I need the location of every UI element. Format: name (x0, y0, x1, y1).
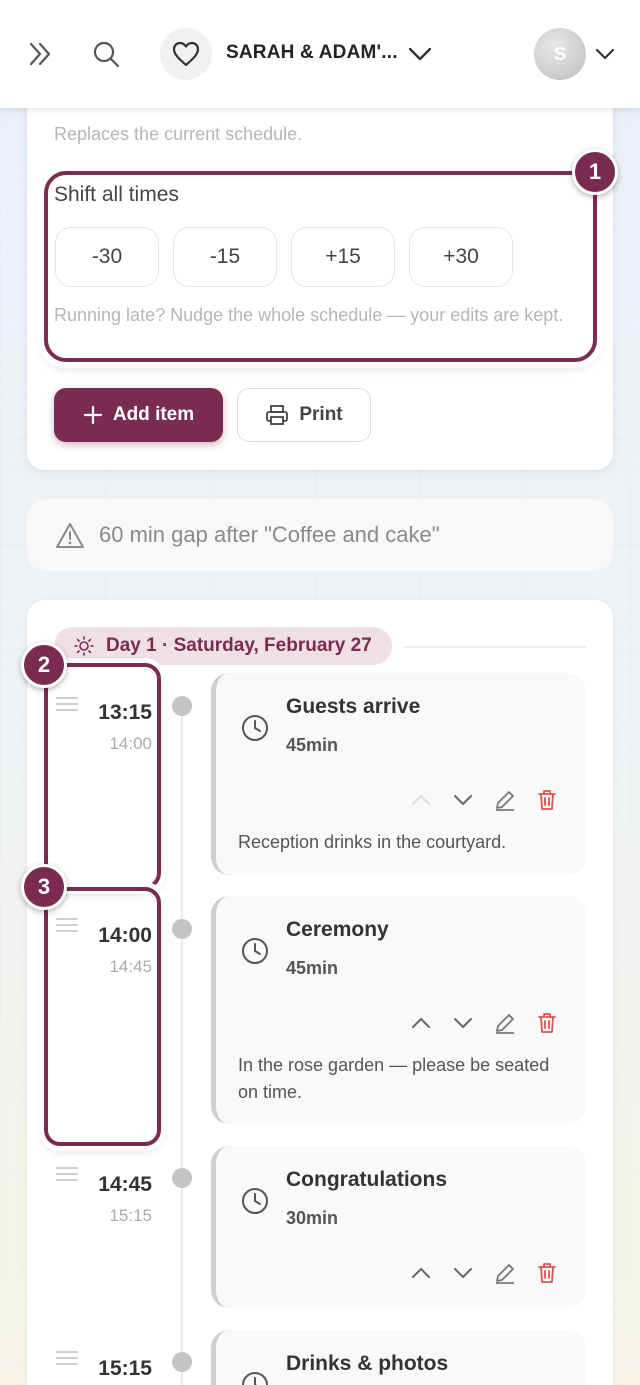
event-title: Congratulations (286, 1168, 447, 1191)
day-label: Day 1 · Saturday, February 27 (106, 635, 372, 656)
chevron-down-icon[interactable] (400, 34, 440, 74)
shift-plus-15-button[interactable]: +15 (291, 227, 395, 287)
expand-icon[interactable] (20, 34, 60, 74)
step-badge-1: 1 (572, 149, 618, 195)
event-card[interactable]: Guests arrive 45min Reception drinks in … (211, 673, 586, 875)
event-title: Drinks & photos (286, 1352, 449, 1375)
avatar[interactable]: S (534, 28, 586, 80)
shift-title: Shift all times (54, 183, 179, 206)
event-start-time[interactable]: 14:45 (62, 1173, 152, 1197)
print-label: Print (299, 404, 343, 425)
event-card[interactable]: Congratulations 30min (211, 1146, 586, 1308)
event-start-time[interactable]: 15:15 (62, 1357, 152, 1381)
event-description: In the rose garden — please be seated on… (238, 1055, 550, 1102)
add-item-label: Add item (112, 404, 195, 425)
warning-icon (56, 523, 84, 548)
gap-warning-text: 60 min gap after "Coffee and cake" (99, 522, 440, 547)
printer-icon (266, 405, 289, 425)
gap-warning: 60 min gap after "Coffee and cake" (27, 499, 613, 571)
event-description: Reception drinks in the courtyard. (238, 832, 507, 852)
add-item-button[interactable]: Add item (54, 388, 223, 442)
shift-plus-30-button[interactable]: +30 (409, 227, 513, 287)
move-up-icon[interactable] (406, 1008, 436, 1038)
clock-icon (242, 938, 268, 964)
event-duration: 45min (286, 958, 339, 978)
edit-icon[interactable] (490, 785, 520, 815)
day-divider (404, 646, 586, 648)
event-duration: 45min (286, 735, 339, 755)
move-down-icon[interactable] (448, 1258, 478, 1288)
day-header[interactable]: Day 1 · Saturday, February 27 (54, 627, 392, 665)
time-highlight-frame (44, 887, 161, 1146)
sun-icon (74, 636, 94, 656)
timeline-dot (172, 1168, 192, 1188)
delete-icon[interactable] (532, 1008, 562, 1038)
search-icon[interactable] (86, 34, 126, 74)
move-up-icon[interactable] (406, 1258, 436, 1288)
event-end-time: 15:15 (109, 1206, 152, 1225)
move-up-icon[interactable] (406, 785, 436, 815)
edit-icon[interactable] (490, 1258, 520, 1288)
top-header: SARAH & ADAM'... S (0, 0, 640, 108)
shift-minus-30-button[interactable]: -30 (55, 227, 159, 287)
step-badge-2: 2 (21, 642, 67, 688)
edit-icon[interactable] (490, 1008, 520, 1038)
delete-icon[interactable] (532, 1258, 562, 1288)
timeline-dot (172, 696, 192, 716)
clock-icon (242, 715, 268, 741)
move-down-icon[interactable] (448, 1008, 478, 1038)
shift-minus-15-button[interactable]: -15 (173, 227, 277, 287)
heart-icon[interactable] (160, 28, 212, 80)
plus-icon (83, 405, 102, 425)
shift-note: Running late? Nudge the whole schedule —… (54, 305, 564, 325)
print-button[interactable]: Print (237, 388, 371, 442)
event-title: Guests arrive (286, 695, 421, 718)
chevron-down-icon[interactable] (590, 34, 620, 74)
step-badge-3: 3 (21, 864, 67, 910)
delete-icon[interactable] (532, 785, 562, 815)
replaces-hint: Replaces the current schedule. (54, 124, 303, 144)
clock-icon (242, 1188, 268, 1214)
timeline-dot (172, 919, 192, 939)
event-card[interactable]: Drinks & photos (211, 1330, 586, 1385)
event-title: Ceremony (286, 918, 389, 941)
event-card[interactable]: Ceremony 45min In the rose garden — plea… (211, 896, 586, 1124)
timeline-line (181, 700, 183, 1385)
time-highlight-frame (44, 663, 161, 889)
event-title[interactable]: SARAH & ADAM'... (226, 42, 398, 64)
event-duration: 30min (286, 1208, 339, 1228)
clock-icon (242, 1372, 268, 1385)
move-down-icon[interactable] (448, 785, 478, 815)
timeline-dot (172, 1352, 192, 1372)
